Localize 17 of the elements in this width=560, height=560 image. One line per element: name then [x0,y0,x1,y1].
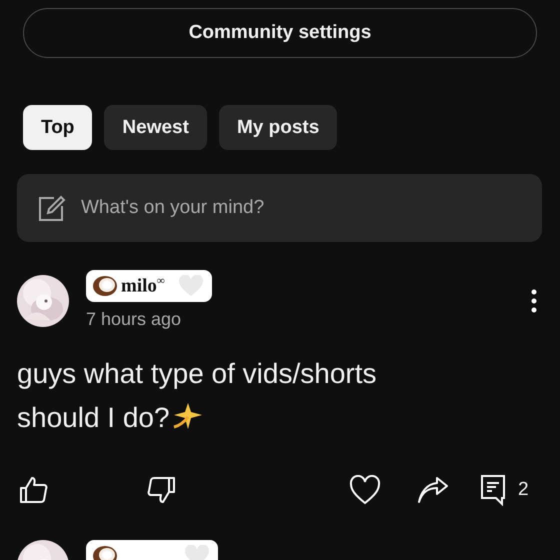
sparkle-icon [172,401,204,431]
filter-chip[interactable]: Top [23,105,92,150]
comment-icon[interactable] [480,474,506,506]
filter-chip[interactable]: My posts [218,105,338,150]
filter-chip[interactable]: Newest [104,105,207,150]
username[interactable]: milo$^{∞}$ [121,274,165,298]
heart-icon[interactable] [349,475,381,505]
share-icon[interactable] [417,476,449,504]
compose-field[interactable]: What's on your mind? [17,174,542,242]
more-icon[interactable] [531,289,537,313]
comment-count: 2 [518,479,529,501]
community-settings-button[interactable]: Community settings [23,8,537,58]
coconut-icon [92,275,118,297]
like-icon[interactable] [19,475,49,505]
post-text: guys what type of vids/shorts should I do? [17,357,378,435]
dislike-icon[interactable] [146,475,176,505]
post-time: 7 hours ago [86,309,182,330]
